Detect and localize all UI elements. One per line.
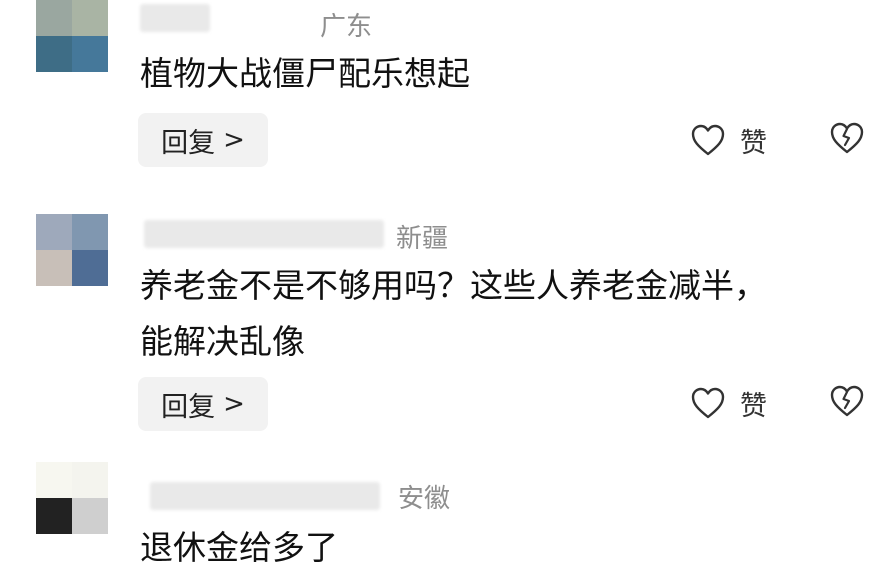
- avatar-tile: [36, 250, 72, 286]
- chevron-right-icon: >: [223, 389, 245, 419]
- avatar-tile: [72, 0, 108, 36]
- comment-item: 广东 植物大战僵尸配乐想起 回复 > 赞: [0, 0, 896, 180]
- reply-button[interactable]: 回复 >: [138, 113, 268, 167]
- comment-text-line: 养老金不是不够用吗？这些人养老金减半，: [140, 266, 767, 305]
- comment-text: 退休金给多了: [140, 528, 338, 567]
- avatar-tile: [36, 498, 72, 534]
- comment-meta: 新疆: [140, 214, 480, 254]
- username-redacted[interactable]: [140, 4, 210, 32]
- like-button[interactable]: 赞: [690, 120, 767, 160]
- avatar-tile: [72, 214, 108, 250]
- avatar[interactable]: [36, 0, 108, 72]
- avatar-tile: [72, 462, 108, 498]
- avatar[interactable]: [36, 462, 108, 534]
- avatar-tile: [36, 36, 72, 72]
- region-label: 安徽: [398, 484, 451, 514]
- dislike-button[interactable]: [828, 383, 868, 423]
- region-label: 广东: [320, 12, 373, 42]
- avatar-tile: [36, 462, 72, 498]
- avatar-tile: [72, 250, 108, 286]
- reply-label: 回复: [161, 391, 216, 423]
- comment-text-line: 能解决乱像: [140, 322, 305, 361]
- comment-item: 新疆 养老金不是不够用吗？这些人养老金减半， 能解决乱像 回复 > 赞: [0, 210, 896, 440]
- broken-heart-icon: [830, 385, 864, 417]
- username-redacted[interactable]: [144, 220, 384, 248]
- avatar-tile: [36, 0, 72, 36]
- reply-button[interactable]: 回复 >: [138, 377, 268, 431]
- like-label: 赞: [740, 127, 767, 159]
- comment-text: 养老金不是不够用吗？这些人养老金减半， 能解决乱像: [140, 258, 860, 370]
- comment-meta: 安徽: [140, 476, 480, 516]
- comment-item: 安徽 退休金给多了: [0, 462, 896, 567]
- avatar-tile: [72, 498, 108, 534]
- username-redacted[interactable]: [150, 482, 380, 510]
- dislike-button[interactable]: [828, 120, 868, 160]
- heart-outline-icon: [691, 124, 725, 156]
- region-label: 新疆: [396, 224, 449, 254]
- comment-meta: 广东: [140, 4, 400, 44]
- chevron-right-icon: >: [223, 125, 245, 155]
- avatar[interactable]: [36, 214, 108, 286]
- broken-heart-icon: [830, 122, 864, 154]
- reply-label: 回复: [161, 127, 216, 159]
- avatar-tile: [72, 36, 108, 72]
- avatar-tile: [36, 214, 72, 250]
- like-button[interactable]: 赞: [690, 383, 767, 423]
- comment-text: 植物大战僵尸配乐想起: [140, 54, 470, 93]
- heart-outline-icon: [691, 387, 725, 419]
- like-label: 赞: [740, 390, 767, 422]
